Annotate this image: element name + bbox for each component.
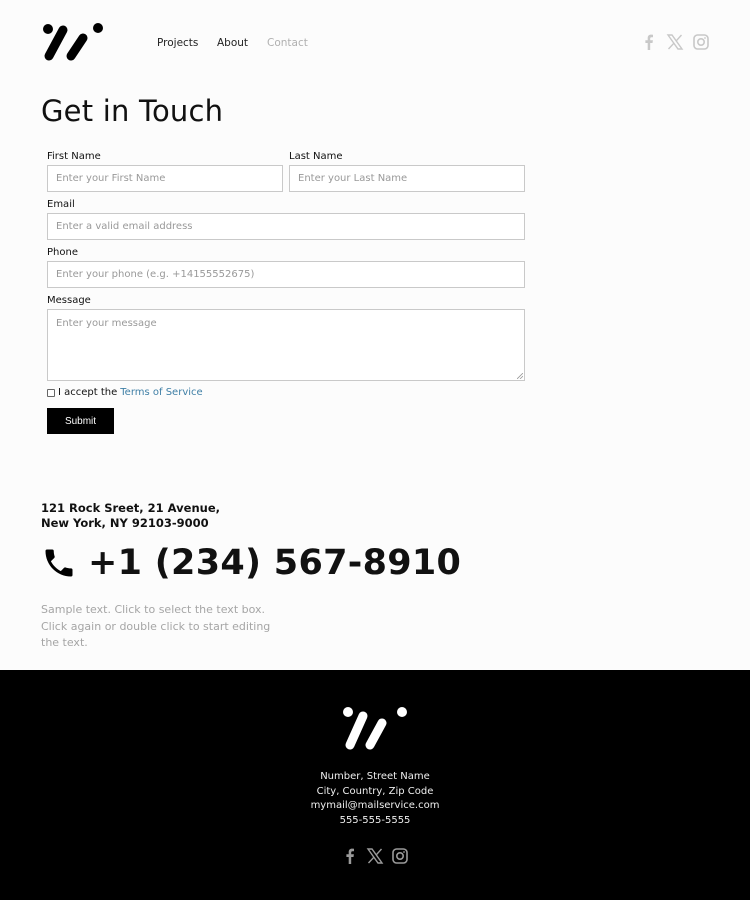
last-name-placeholder: Enter your Last Name [298, 173, 408, 184]
facebook-icon[interactable] [341, 847, 359, 865]
resize-handle-icon[interactable] [517, 373, 523, 379]
first-name-label: First Name [47, 151, 101, 162]
footer-contact-info: Number, Street Name City, Country, Zip C… [0, 770, 750, 829]
phone-placeholder: Enter your phone (e.g. +14155552675) [56, 269, 255, 280]
phone-row: +1 (234) 567-8910 [41, 543, 461, 583]
footer-phone: 555-555-5555 [339, 815, 411, 827]
phone-input[interactable]: Enter your phone (e.g. +14155552675) [47, 261, 525, 288]
address-block: 121 Rock Sreet, 21 Avenue, New York, NY … [41, 501, 220, 530]
terms-row: I accept the Terms of Service [47, 387, 203, 398]
address-line-2: New York, NY 92103-9000 [41, 515, 209, 530]
terms-checkbox[interactable] [47, 388, 55, 397]
header-social-links [640, 33, 710, 51]
instagram-icon[interactable] [692, 33, 710, 51]
nav-projects[interactable]: Projects [157, 37, 198, 49]
brand-logo-icon[interactable] [41, 20, 107, 64]
first-name-placeholder: Enter your First Name [56, 173, 166, 184]
phone-icon [45, 549, 73, 577]
facebook-icon[interactable] [640, 33, 658, 51]
footer-street: Number, Street Name [320, 771, 430, 782]
nav-about[interactable]: About [217, 37, 248, 49]
x-icon[interactable] [366, 847, 384, 865]
address-line-1: 121 Rock Sreet, 21 Avenue, [41, 501, 220, 515]
footer-social-links [341, 847, 409, 865]
terms-label: I accept the [58, 387, 118, 398]
nav-contact[interactable]: Contact [267, 37, 308, 49]
sample-text: Sample text. Click to select the text bo… [41, 603, 271, 649]
footer-city: City, Country, Zip Code [316, 785, 434, 797]
phone-number: +1 (234) 567-8910 [88, 543, 462, 583]
instagram-icon[interactable] [391, 847, 409, 865]
last-name-input[interactable]: Enter your Last Name [289, 165, 525, 192]
message-label: Message [47, 295, 91, 306]
terms-of-service-link[interactable]: Terms of Service [120, 387, 202, 398]
first-name-input[interactable]: Enter your First Name [47, 165, 283, 192]
message-placeholder: Enter your message [56, 318, 157, 329]
footer-email[interactable]: mymail@mailservice.com [0, 799, 750, 814]
site-header: Projects About Contact [0, 0, 750, 86]
site-footer: Number, Street Name City, Country, Zip C… [0, 670, 750, 900]
submit-button[interactable]: Submit [47, 408, 114, 434]
phone-label: Phone [47, 247, 78, 258]
email-placeholder: Enter a valid email address [56, 221, 193, 232]
x-icon[interactable] [666, 33, 684, 51]
page-title: Get in Touch [41, 94, 224, 128]
email-label: Email [47, 199, 75, 210]
email-input[interactable]: Enter a valid email address [47, 213, 525, 240]
last-name-label: Last Name [289, 151, 343, 162]
brand-logo-icon [343, 707, 407, 750]
message-textarea[interactable]: Enter your message [47, 309, 525, 381]
